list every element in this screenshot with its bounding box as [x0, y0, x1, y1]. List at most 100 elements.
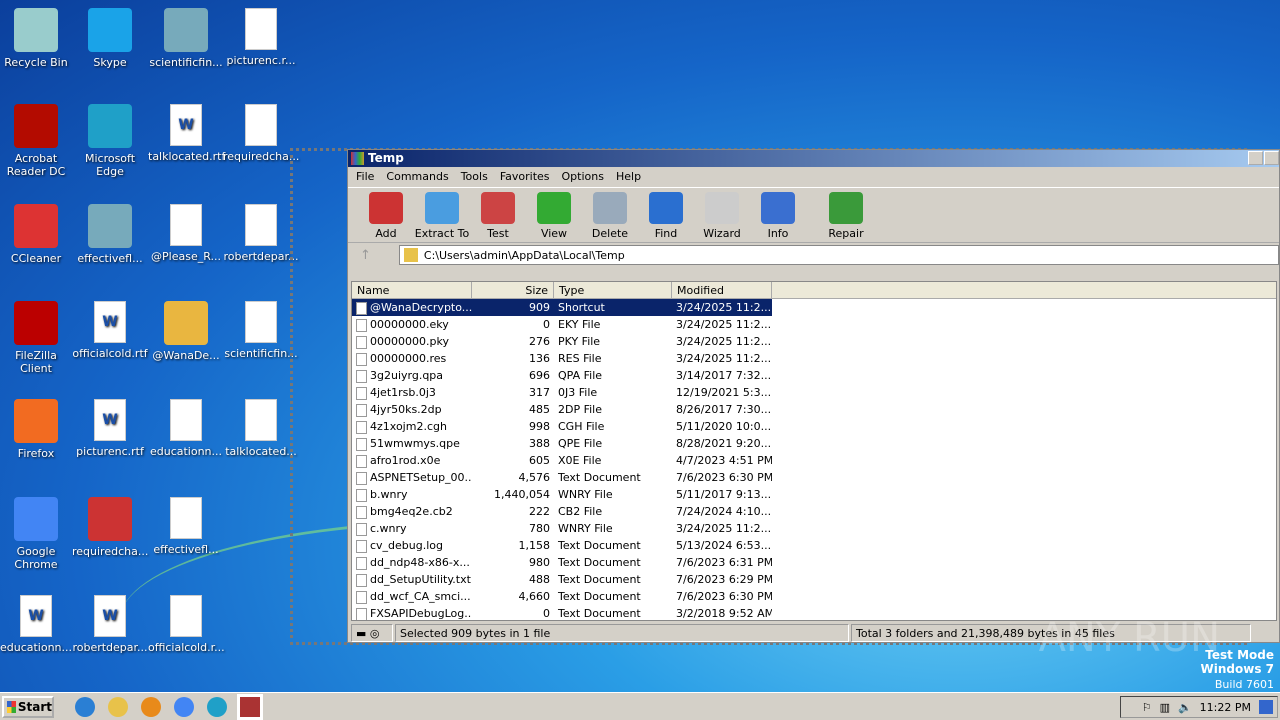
file-modified: 8/28/2021 9:20... — [672, 435, 772, 452]
toolbar-find-button[interactable]: Find — [638, 188, 694, 242]
file-row[interactable]: ASPNETSetup_00... 4,576 Text Document 7/6/2… — [352, 469, 1276, 486]
desktop-icon[interactable]: Microsoft Edge — [72, 104, 148, 178]
desktop-icon-label: Acrobat Reader DC — [6, 152, 66, 178]
maximize-button[interactable] — [1264, 151, 1279, 165]
desktop-icon[interactable]: @WanaDe... — [148, 301, 224, 362]
desktop-icon[interactable]: Wrobertdepar... — [72, 595, 148, 654]
cell-text: afro1rod.x0e — [370, 454, 441, 467]
windows-logo-icon — [7, 700, 16, 713]
up-arrow-icon[interactable]: ↑ — [360, 248, 371, 263]
taskbar-explorer-icon[interactable] — [108, 696, 128, 717]
taskbar-chrome-icon[interactable] — [174, 696, 194, 717]
desktop-icon[interactable]: FileZilla Client — [0, 301, 74, 375]
start-button[interactable]: Start — [2, 695, 54, 718]
toolbar-extract-to-button[interactable]: Extract To — [414, 188, 470, 242]
desktop-icon[interactable]: scientificfin... — [148, 8, 224, 69]
cell-text: 222 — [529, 505, 550, 518]
show-desktop-icon[interactable] — [1259, 700, 1273, 714]
column-modified[interactable]: Modified — [672, 282, 772, 298]
desktop-icon[interactable]: educationn... — [148, 399, 224, 458]
file-row[interactable]: 4jyr50ks.2dp 485 2DP File 8/26/2017 7:30... — [352, 401, 1276, 418]
menu-help[interactable]: Help — [610, 167, 647, 187]
desktop-icon[interactable]: requiredcha... — [223, 104, 299, 163]
cell-text: bmg4eq2e.cb2 — [370, 505, 453, 518]
desktop-icon[interactable]: effectivefl... — [148, 497, 224, 556]
desktop-icon[interactable]: picturenc.r... — [223, 8, 299, 67]
desktop-icon[interactable]: Wpicturenc.rtf — [72, 399, 148, 458]
file-row[interactable]: 3g2uiyrg.qpa 696 QPA File 3/14/2017 7:32... — [352, 367, 1276, 384]
toolbar-label: Test — [487, 227, 509, 240]
toolbar-wizard-button[interactable]: Wizard — [694, 188, 750, 242]
file-row[interactable]: dd_ndp48-x86-x... 980 Text Document 7/6/202… — [352, 554, 1276, 571]
path-field[interactable]: C:\Users\admin\AppData\Local\Temp — [398, 245, 1279, 265]
file-row[interactable]: @WanaDecrypto... 909 Shortcut 3/24/2025 11:… — [352, 299, 1276, 316]
menu-commands[interactable]: Commands — [380, 167, 454, 187]
file-name: dd_SetupUtility.txt — [352, 571, 472, 588]
desktop-icon[interactable]: CCleaner — [0, 204, 74, 265]
desktop-icon[interactable]: @Please_R... — [148, 204, 224, 263]
desktop-icon[interactable]: Wofficialcold.rtf — [72, 301, 148, 360]
desktop-icon[interactable]: requiredcha... — [72, 497, 148, 558]
file-row[interactable]: afro1rod.x0e 605 X0E File 4/7/2023 4:51 PM — [352, 452, 1276, 469]
column-name[interactable]: Name — [352, 282, 472, 298]
toolbar-repair-button[interactable]: Repair — [818, 188, 874, 242]
title-bar[interactable]: Temp — [348, 150, 1279, 167]
file-row[interactable]: dd_SetupUtility.txt 488 Text Document 7/6/2… — [352, 571, 1276, 588]
file-row[interactable]: 4z1xojm2.cgh 998 CGH File 5/11/2020 10:0... — [352, 418, 1276, 435]
taskbar-media-player-icon[interactable] — [141, 696, 161, 717]
column-type[interactable]: Type — [554, 282, 672, 298]
desktop-icon[interactable]: Wtalklocated.rtf — [148, 104, 225, 163]
desktop-icon[interactable]: Google Chrome — [0, 497, 74, 571]
desktop-icon[interactable]: Acrobat Reader DC — [0, 104, 74, 178]
file-row[interactable]: 00000000.eky 0 EKY File 3/24/2025 11:2... — [352, 316, 1276, 333]
toolbar-info-button[interactable]: Info — [750, 188, 806, 242]
file-row[interactable]: 00000000.res 136 RES File 3/24/2025 11:2... — [352, 350, 1276, 367]
menu-file[interactable]: File — [350, 167, 380, 187]
file-size: 980 — [472, 554, 554, 571]
network-icon[interactable]: ▥ — [1160, 701, 1170, 714]
desktop-icon[interactable]: Skype — [72, 8, 148, 69]
file-type: Text Document — [554, 571, 672, 588]
toolbar-view-button[interactable]: View — [526, 188, 582, 242]
menu-tools[interactable]: Tools — [455, 167, 494, 187]
flag-icon[interactable]: ⚐ — [1142, 701, 1152, 714]
desktop-icon[interactable]: scientificfin... — [223, 301, 299, 360]
taskbar-edge-icon[interactable] — [207, 696, 227, 717]
find-icon — [649, 192, 683, 224]
toolbar-add-button[interactable]: Add — [358, 188, 414, 242]
file-row[interactable]: 00000000.pky 276 PKY File 3/24/2025 11:2... — [352, 333, 1276, 350]
column-size[interactable]: Size — [472, 282, 554, 298]
toolbar-test-button[interactable]: Test — [470, 188, 526, 242]
cell-text: 0 — [543, 607, 550, 620]
column-header: Name Size Type Modified — [352, 282, 1276, 299]
file-row[interactable]: cv_debug.log 1,158 Text Document 5/13/2024 … — [352, 537, 1276, 554]
cell-text: 317 — [529, 386, 550, 399]
toolbar-delete-button[interactable]: Delete — [582, 188, 638, 242]
file-row[interactable]: b.wnry 1,440,054 WNRY File 5/11/2017 9:13..… — [352, 486, 1276, 503]
file-modified: 3/24/2025 11:2... — [672, 350, 772, 367]
menu-favorites[interactable]: Favorites — [494, 167, 556, 187]
desktop-icon[interactable]: Recycle Bin — [0, 8, 74, 69]
clock[interactable]: 11:22 PM — [1200, 701, 1251, 714]
restore-button[interactable] — [1248, 151, 1263, 165]
file-row[interactable]: bmg4eq2e.cb2 222 CB2 File 7/24/2024 4:10... — [352, 503, 1276, 520]
taskbar-winrar-icon[interactable] — [237, 693, 263, 720]
cell-text: 485 — [529, 403, 550, 416]
file-row[interactable]: 51wmwmys.qpe 388 QPE File 8/28/2021 9:20... — [352, 435, 1276, 452]
file-row[interactable]: c.wnry 780 WNRY File 3/24/2025 11:2... — [352, 520, 1276, 537]
desktop-icon[interactable]: Weducationn... — [0, 595, 74, 654]
file-size: 780 — [472, 520, 554, 537]
desktop-icon[interactable]: talklocated... — [223, 399, 299, 458]
file-row[interactable]: dd_wcf_CA_smci... 4,660 Text Document 7/6/2… — [352, 588, 1276, 605]
file-size: 1,440,054 — [472, 486, 554, 503]
word-doc-icon: W — [170, 104, 202, 146]
desktop-icon[interactable]: Firefox — [0, 399, 74, 460]
desktop-icon[interactable]: officialcold.r... — [148, 595, 225, 654]
taskbar-ie-icon[interactable] — [75, 696, 95, 717]
file-name: FXSAPIDebugLog... — [352, 605, 472, 620]
desktop-icon[interactable]: effectivefl... — [72, 204, 148, 265]
volume-icon[interactable]: 🔈 — [1178, 701, 1192, 714]
menu-options[interactable]: Options — [556, 167, 610, 187]
file-row[interactable]: 4jet1rsb.0j3 317 0J3 File 12/19/2021 5:3... — [352, 384, 1276, 401]
desktop-icon[interactable]: robertdepar... — [223, 204, 299, 263]
